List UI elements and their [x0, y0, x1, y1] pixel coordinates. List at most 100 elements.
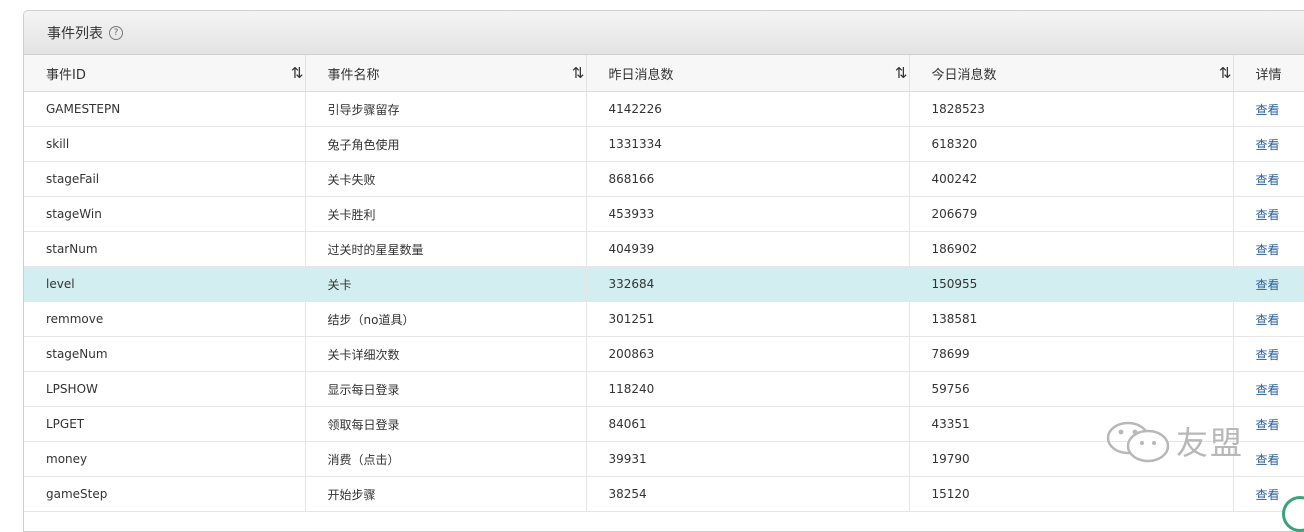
cell-event-id: gameStep	[46, 487, 108, 501]
cell-yesterday-count: 332684	[608, 277, 655, 291]
table-row: gameStep 开始步骤 38254 15120 查看	[24, 476, 1304, 512]
cell-today-count: 150955	[931, 277, 978, 291]
cell-yesterday-count: 332684	[586, 266, 910, 302]
column-header-event-id[interactable]: 事件ID ⇅	[24, 55, 306, 92]
column-header-yesterday-count[interactable]: 昨日消息数 ⇅	[586, 55, 910, 92]
cell-event-id: GAMESTEPN	[24, 91, 306, 127]
cell-detail: 查看	[1233, 371, 1304, 407]
view-detail-link[interactable]: 查看	[1256, 453, 1280, 467]
cell-detail: 查看	[1233, 406, 1304, 442]
table-row: LPSHOW 显示每日登录 118240 59756 查看	[24, 371, 1304, 407]
cell-event-id: GAMESTEPN	[46, 102, 121, 116]
cell-today-count: 150955	[909, 266, 1234, 302]
cell-event-id: money	[46, 452, 88, 466]
cell-event-name: 引导步骤留存	[305, 91, 587, 127]
cell-yesterday-count: 38254	[586, 476, 910, 512]
cell-today-count: 206679	[931, 207, 978, 221]
cell-event-name: 兔子角色使用	[305, 126, 587, 162]
view-detail-link[interactable]: 查看	[1256, 103, 1280, 117]
cell-yesterday-count: 453933	[608, 207, 655, 221]
table-row: money 消费（点击） 39931 19790 查看	[24, 441, 1304, 477]
view-detail-link[interactable]: 查看	[1256, 208, 1280, 222]
table-row: starNum 过关时的星星数量 404939 186902 查看	[24, 231, 1304, 267]
view-detail-link[interactable]: 查看	[1256, 418, 1280, 432]
event-list-panel: 事件列表 ? 事件ID ⇅ 事件名称 ⇅ 昨日消息数 ⇅ 今日消息数 ⇅ 详情 …	[23, 10, 1304, 532]
column-header-label: 详情	[1255, 67, 1282, 83]
cell-yesterday-count: 868166	[586, 161, 910, 197]
cell-detail: 查看	[1233, 441, 1304, 477]
cell-detail: 查看	[1233, 161, 1304, 197]
cell-today-count: 186902	[909, 231, 1234, 267]
cell-yesterday-count: 4142226	[586, 91, 910, 127]
cell-event-id: LPSHOW	[46, 382, 98, 396]
table-row: level 关卡 332684 150955 查看	[24, 266, 1304, 302]
cell-event-id: stageNum	[46, 347, 108, 361]
cell-event-name: 显示每日登录	[305, 371, 587, 407]
cell-yesterday-count: 1331334	[586, 126, 910, 162]
column-header-label: 今日消息数	[931, 67, 997, 83]
cell-today-count: 15120	[931, 487, 970, 501]
cell-today-count: 618320	[909, 126, 1234, 162]
cell-today-count: 1828523	[909, 91, 1234, 127]
cell-event-name: 过关时的星星数量	[305, 231, 587, 267]
column-header-today-count[interactable]: 今日消息数 ⇅	[909, 55, 1234, 92]
event-table: 事件ID ⇅ 事件名称 ⇅ 昨日消息数 ⇅ 今日消息数 ⇅ 详情 GAMESTE…	[24, 55, 1304, 512]
cell-today-count: 15120	[909, 476, 1234, 512]
cell-event-id: level	[46, 277, 75, 291]
cell-event-name: 领取每日登录	[327, 417, 400, 432]
cell-detail: 查看	[1233, 231, 1304, 267]
cell-event-name: 兔子角色使用	[327, 137, 400, 152]
cell-today-count: 43351	[909, 406, 1234, 442]
view-detail-link[interactable]: 查看	[1256, 383, 1280, 397]
cell-event-id: level	[24, 266, 306, 302]
view-detail-link[interactable]: 查看	[1256, 243, 1280, 257]
table-body: GAMESTEPN 引导步骤留存 4142226 1828523 查看 skill 兔子角色…	[24, 91, 1304, 512]
view-detail-link[interactable]: 查看	[1256, 173, 1280, 187]
cell-yesterday-count: 200863	[608, 347, 655, 361]
cell-event-name: 关卡	[305, 266, 587, 302]
cell-yesterday-count: 84061	[608, 417, 647, 431]
table-row: remmove 结步（no道具） 301251 138581 查看	[24, 301, 1304, 337]
cell-today-count: 186902	[931, 242, 978, 256]
cell-detail: 查看	[1233, 91, 1304, 127]
cell-yesterday-count: 4142226	[608, 102, 662, 116]
cell-event-id: remmove	[24, 301, 306, 337]
table-row: LPGET 领取每日登录 84061 43351 查看	[24, 406, 1304, 442]
view-detail-link[interactable]: 查看	[1256, 313, 1280, 327]
cell-event-name: 过关时的星星数量	[327, 242, 424, 257]
view-detail-link[interactable]: 查看	[1256, 278, 1280, 292]
cell-event-name: 关卡胜利	[327, 207, 376, 222]
cell-yesterday-count: 200863	[586, 336, 910, 372]
cell-yesterday-count: 404939	[608, 242, 655, 256]
cell-today-count: 138581	[931, 312, 978, 326]
sort-icon[interactable]: ⇅	[1219, 64, 1231, 82]
cell-event-id: skill	[46, 137, 70, 151]
sort-icon[interactable]: ⇅	[291, 64, 303, 82]
help-icon[interactable]: ?	[109, 25, 123, 40]
view-detail-link[interactable]: 查看	[1256, 488, 1280, 502]
column-header-detail: 详情	[1233, 55, 1304, 92]
sort-icon[interactable]: ⇅	[895, 64, 907, 82]
cell-event-id: stageWin	[24, 196, 306, 232]
sort-icon[interactable]: ⇅	[572, 64, 584, 82]
cell-today-count: 400242	[909, 161, 1234, 197]
panel-header: 事件列表 ?	[24, 11, 1304, 55]
cell-yesterday-count: 84061	[586, 406, 910, 442]
cell-yesterday-count: 453933	[586, 196, 910, 232]
cell-event-name: 引导步骤留存	[327, 102, 400, 117]
cell-event-name: 显示每日登录	[327, 382, 400, 397]
cell-event-id: LPGET	[24, 406, 306, 442]
cell-event-id: stageFail	[24, 161, 306, 197]
cell-today-count: 206679	[909, 196, 1234, 232]
cell-event-name: 领取每日登录	[305, 406, 587, 442]
cell-today-count: 43351	[931, 417, 970, 431]
table-header-row: 事件ID ⇅ 事件名称 ⇅ 昨日消息数 ⇅ 今日消息数 ⇅ 详情	[24, 55, 1304, 92]
view-detail-link[interactable]: 查看	[1256, 348, 1280, 362]
panel-title: 事件列表	[47, 25, 103, 42]
column-header-event-name[interactable]: 事件名称 ⇅	[305, 55, 587, 92]
cell-today-count: 400242	[931, 172, 978, 186]
cell-yesterday-count: 868166	[608, 172, 655, 186]
cell-today-count: 59756	[909, 371, 1234, 407]
view-detail-link[interactable]: 查看	[1256, 138, 1280, 152]
cell-today-count: 19790	[909, 441, 1234, 477]
